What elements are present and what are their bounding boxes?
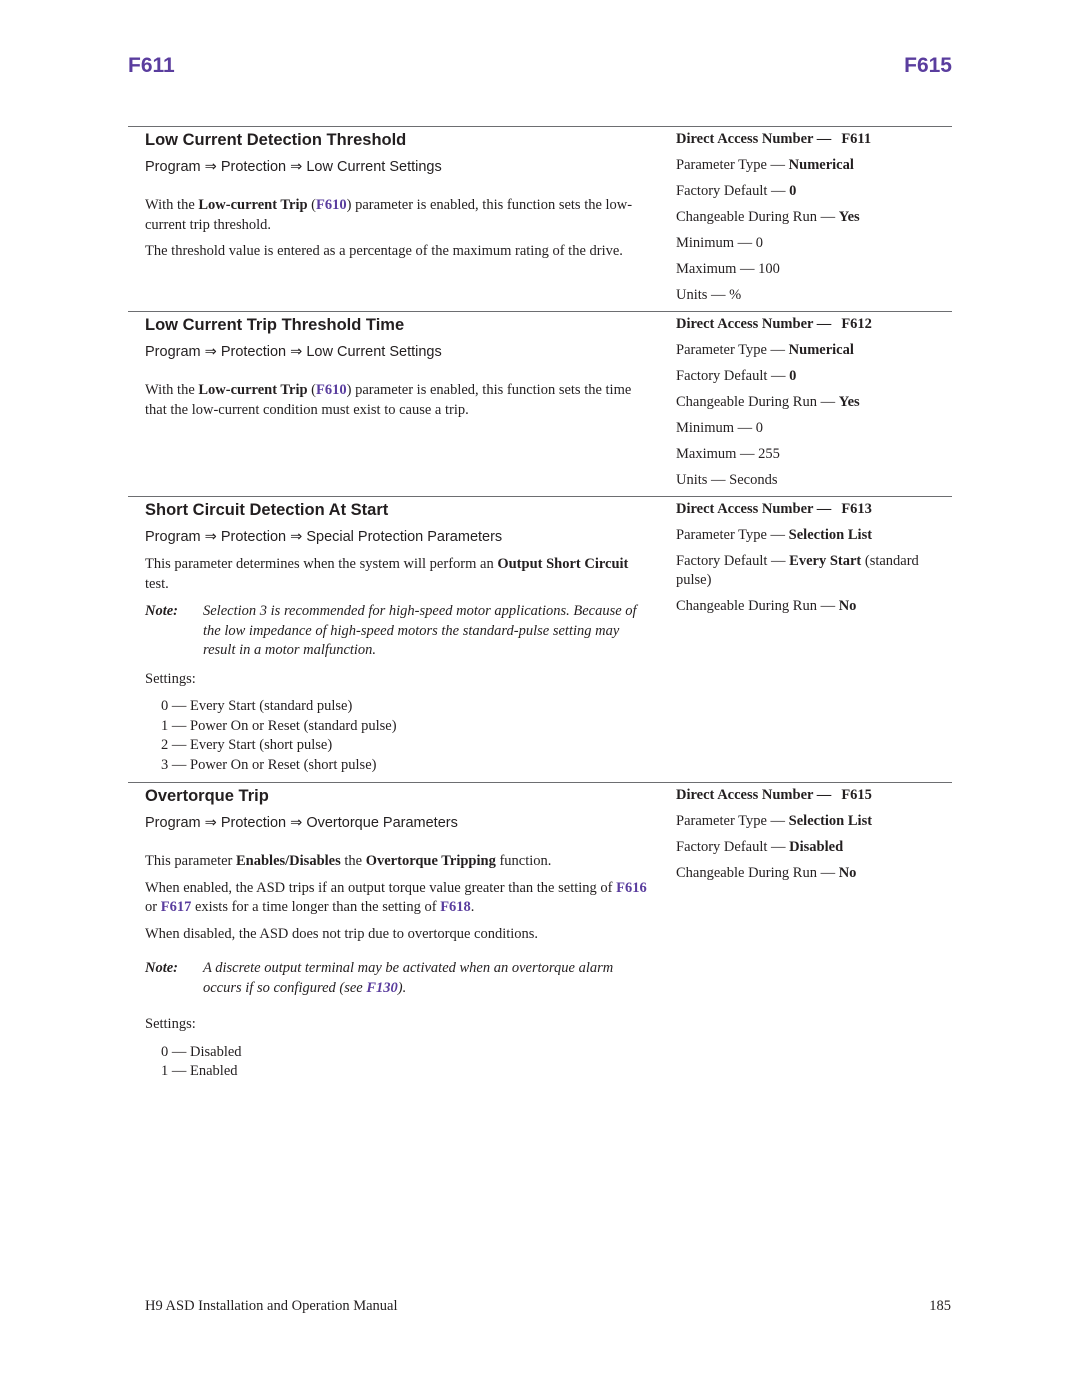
- note-label: Note:: [145, 960, 179, 976]
- parameter-type: Parameter Type — Selection List: [676, 812, 873, 829]
- page-header-left-param: F611: [128, 54, 175, 77]
- parameter-type: Parameter Type — Selection List: [676, 526, 873, 543]
- parameter-type: Parameter Type — Numerical: [676, 156, 854, 173]
- menu-path: Program ⇒ Protection ⇒ Low Current Setti…: [145, 159, 442, 175]
- setting-option: 1 — Power On or Reset (standard pulse): [161, 717, 397, 734]
- link-f130[interactable]: F130: [366, 980, 397, 996]
- section-title: Low Current Detection Threshold: [145, 131, 407, 149]
- menu-path: Program ⇒ Protection ⇒ Low Current Setti…: [145, 344, 442, 360]
- footer-page-number: 185: [929, 1298, 951, 1314]
- maximum: Maximum — 100: [676, 260, 780, 277]
- maximum: Maximum — 255: [676, 445, 780, 462]
- section-title: Short Circuit Detection At Start: [145, 501, 389, 519]
- setting-option: 0 — Disabled: [161, 1043, 242, 1060]
- direct-access-number: Direct Access Number — F615: [676, 787, 872, 803]
- units: Units — %: [676, 286, 742, 303]
- description: This parameter Enables/Disables the Over…: [145, 853, 552, 869]
- link-f618[interactable]: F618: [440, 899, 471, 915]
- description: This parameter determines when the syste…: [145, 556, 629, 592]
- direct-access-number: Direct Access Number — F613: [676, 501, 872, 517]
- factory-default: Factory Default — Every Start (standard …: [676, 552, 919, 589]
- note-text: Selection 3 is recommended for high-spee…: [203, 603, 637, 658]
- changeable-during-run: Changeable During Run — Yes: [676, 393, 860, 410]
- note: Note: Selection 3 is recommended for hig…: [145, 602, 655, 661]
- factory-default: Factory Default — Disabled: [676, 838, 844, 855]
- changeable-during-run: Changeable During Run — No: [676, 598, 857, 614]
- link-f610[interactable]: F610: [316, 382, 347, 398]
- settings-label: Settings:: [145, 670, 196, 687]
- minimum: Minimum — 0: [676, 419, 764, 436]
- note-label: Note:: [145, 603, 179, 619]
- section-f611: Low Current Detection Threshold Program …: [128, 126, 952, 303]
- description: When disabled, the ASD does not trip due…: [145, 925, 539, 942]
- description: When enabled, the ASD trips if an output…: [145, 879, 647, 916]
- section-f613: Short Circuit Detection At Start Program…: [128, 496, 952, 773]
- direct-access-number: Direct Access Number — F611: [676, 131, 872, 147]
- section-f615: Overtorque Trip Program ⇒ Protection ⇒ O…: [128, 782, 952, 1079]
- link-f617[interactable]: F617: [161, 899, 192, 915]
- units: Units — Seconds: [676, 471, 778, 488]
- setting-option: 1 — Enabled: [161, 1063, 238, 1079]
- settings-list: 0 — Disabled 1 — Enabled: [145, 1043, 655, 1082]
- page-header-right-param: F615: [904, 54, 952, 77]
- description: With the Low-current Trip (F610) paramet…: [145, 197, 633, 233]
- footer-manual-title: H9 ASD Installation and Operation Manual: [145, 1298, 398, 1314]
- section-title: Overtorque Trip: [145, 787, 269, 805]
- note-text: A discrete output terminal may be activa…: [203, 960, 614, 996]
- section-title: Low Current Trip Threshold Time: [145, 316, 405, 334]
- direct-access-number: Direct Access Number — F612: [676, 316, 872, 332]
- changeable-during-run: Changeable During Run — No: [676, 864, 857, 881]
- parameter-type: Parameter Type — Numerical: [676, 341, 854, 358]
- settings-list: 0 — Every Start (standard pulse) 1 — Pow…: [145, 697, 655, 775]
- minimum: Minimum — 0: [676, 234, 764, 251]
- settings-label: Settings:: [145, 1016, 196, 1032]
- description: The threshold value is entered as a perc…: [145, 243, 623, 259]
- menu-path: Program ⇒ Protection ⇒ Overtorque Parame…: [145, 815, 458, 831]
- section-f612: Low Current Trip Threshold Time Program …: [128, 311, 952, 488]
- note: Note: A discrete output terminal may be …: [145, 959, 655, 998]
- setting-option: 3 — Power On or Reset (short pulse): [161, 756, 377, 773]
- menu-path: Program ⇒ Protection ⇒ Special Protectio…: [145, 529, 503, 545]
- changeable-during-run: Changeable During Run — Yes: [676, 208, 860, 225]
- description: With the Low-current Trip (F610) paramet…: [145, 382, 632, 418]
- factory-default: Factory Default — 0: [676, 182, 797, 199]
- setting-option: 0 — Every Start (standard pulse): [161, 698, 353, 714]
- link-f610[interactable]: F610: [316, 197, 347, 213]
- factory-default: Factory Default — 0: [676, 367, 797, 384]
- setting-option: 2 — Every Start (short pulse): [161, 737, 333, 753]
- link-f616[interactable]: F616: [616, 880, 647, 896]
